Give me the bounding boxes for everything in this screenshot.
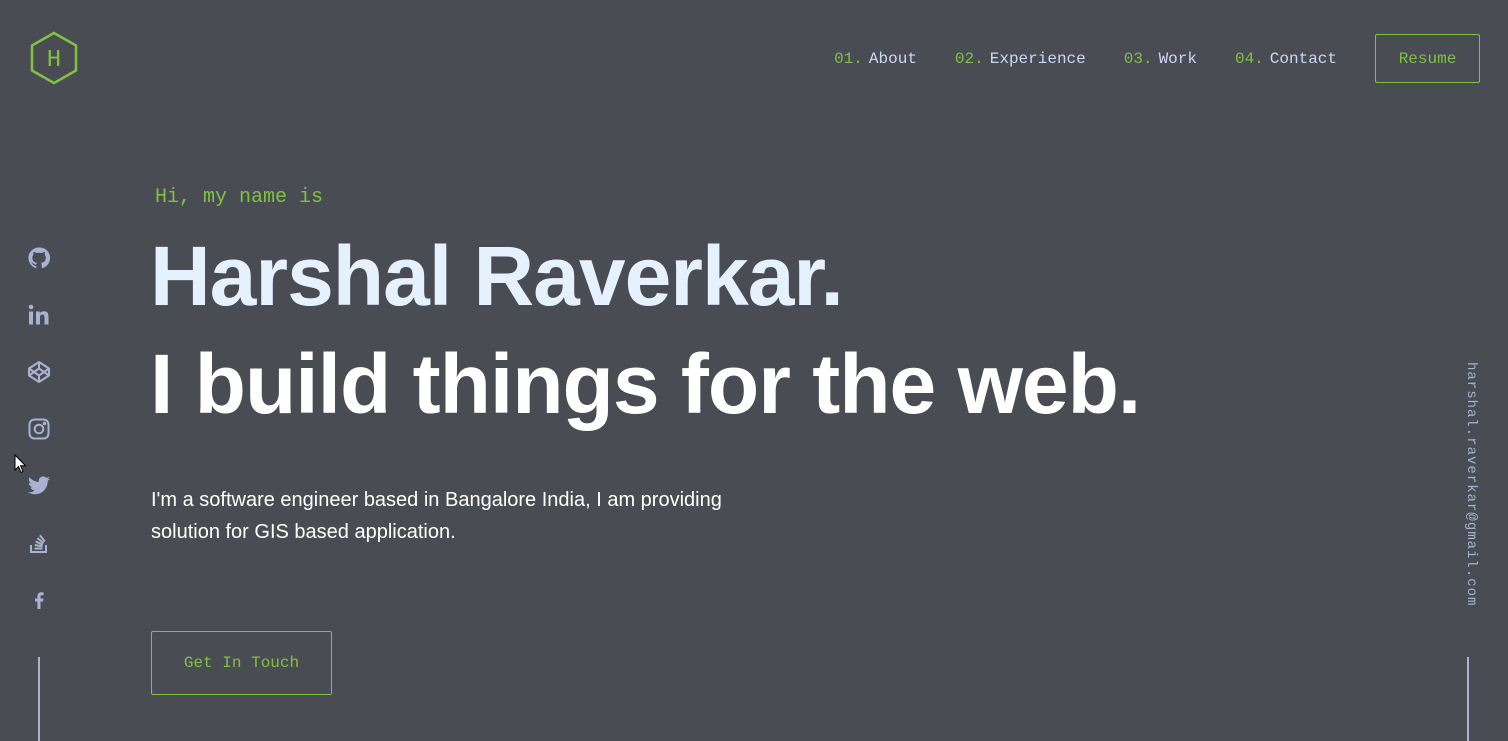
resume-button[interactable]: Resume <box>1375 34 1480 83</box>
nav-label: Contact <box>1269 49 1337 68</box>
hero-tagline: I build things for the web. <box>150 337 1141 431</box>
get-in-touch-button[interactable]: Get In Touch <box>151 631 332 695</box>
hero-description: I'm a software engineer based in Bangalo… <box>151 489 722 543</box>
nav-item-experience[interactable]: 02. Experience <box>955 50 1086 68</box>
nav-item-work[interactable]: 03. Work <box>1124 50 1197 68</box>
social-divider-line <box>38 657 40 741</box>
social-links <box>26 245 52 644</box>
nav-item-about[interactable]: 01. About <box>834 50 917 68</box>
email-link[interactable]: harshal.raverkar@gmail.com <box>1463 362 1479 606</box>
linkedin-icon[interactable] <box>26 302 52 328</box>
codepen-icon[interactable] <box>26 359 52 385</box>
mouse-cursor-icon <box>14 454 27 474</box>
hero-name: Harshal Raverkar. <box>150 229 844 323</box>
facebook-icon[interactable] <box>26 587 52 613</box>
nav-label: Work <box>1158 49 1197 68</box>
email-divider-line <box>1467 657 1469 741</box>
logo-letter: H <box>47 47 61 74</box>
main-nav: 01. About 02. Experience 03. Work 04. Contac… <box>834 34 1480 83</box>
stackoverflow-icon[interactable] <box>26 530 52 556</box>
instagram-icon[interactable] <box>26 416 52 442</box>
nav-number: 02. <box>954 49 984 68</box>
nav-number: 03. <box>1123 49 1153 68</box>
twitter-icon[interactable] <box>26 473 52 499</box>
nav-label: Experience <box>989 49 1086 68</box>
nav-item-contact[interactable]: 04. Contact <box>1235 50 1337 68</box>
hexagon-logo-icon: H <box>30 31 78 85</box>
nav-number: 01. <box>834 49 863 68</box>
nav-number: 04. <box>1234 49 1264 68</box>
logo[interactable]: H <box>29 31 79 85</box>
nav-label: About <box>868 49 917 68</box>
hero-greeting: Hi, my name is <box>155 186 324 209</box>
github-icon[interactable] <box>26 245 52 271</box>
